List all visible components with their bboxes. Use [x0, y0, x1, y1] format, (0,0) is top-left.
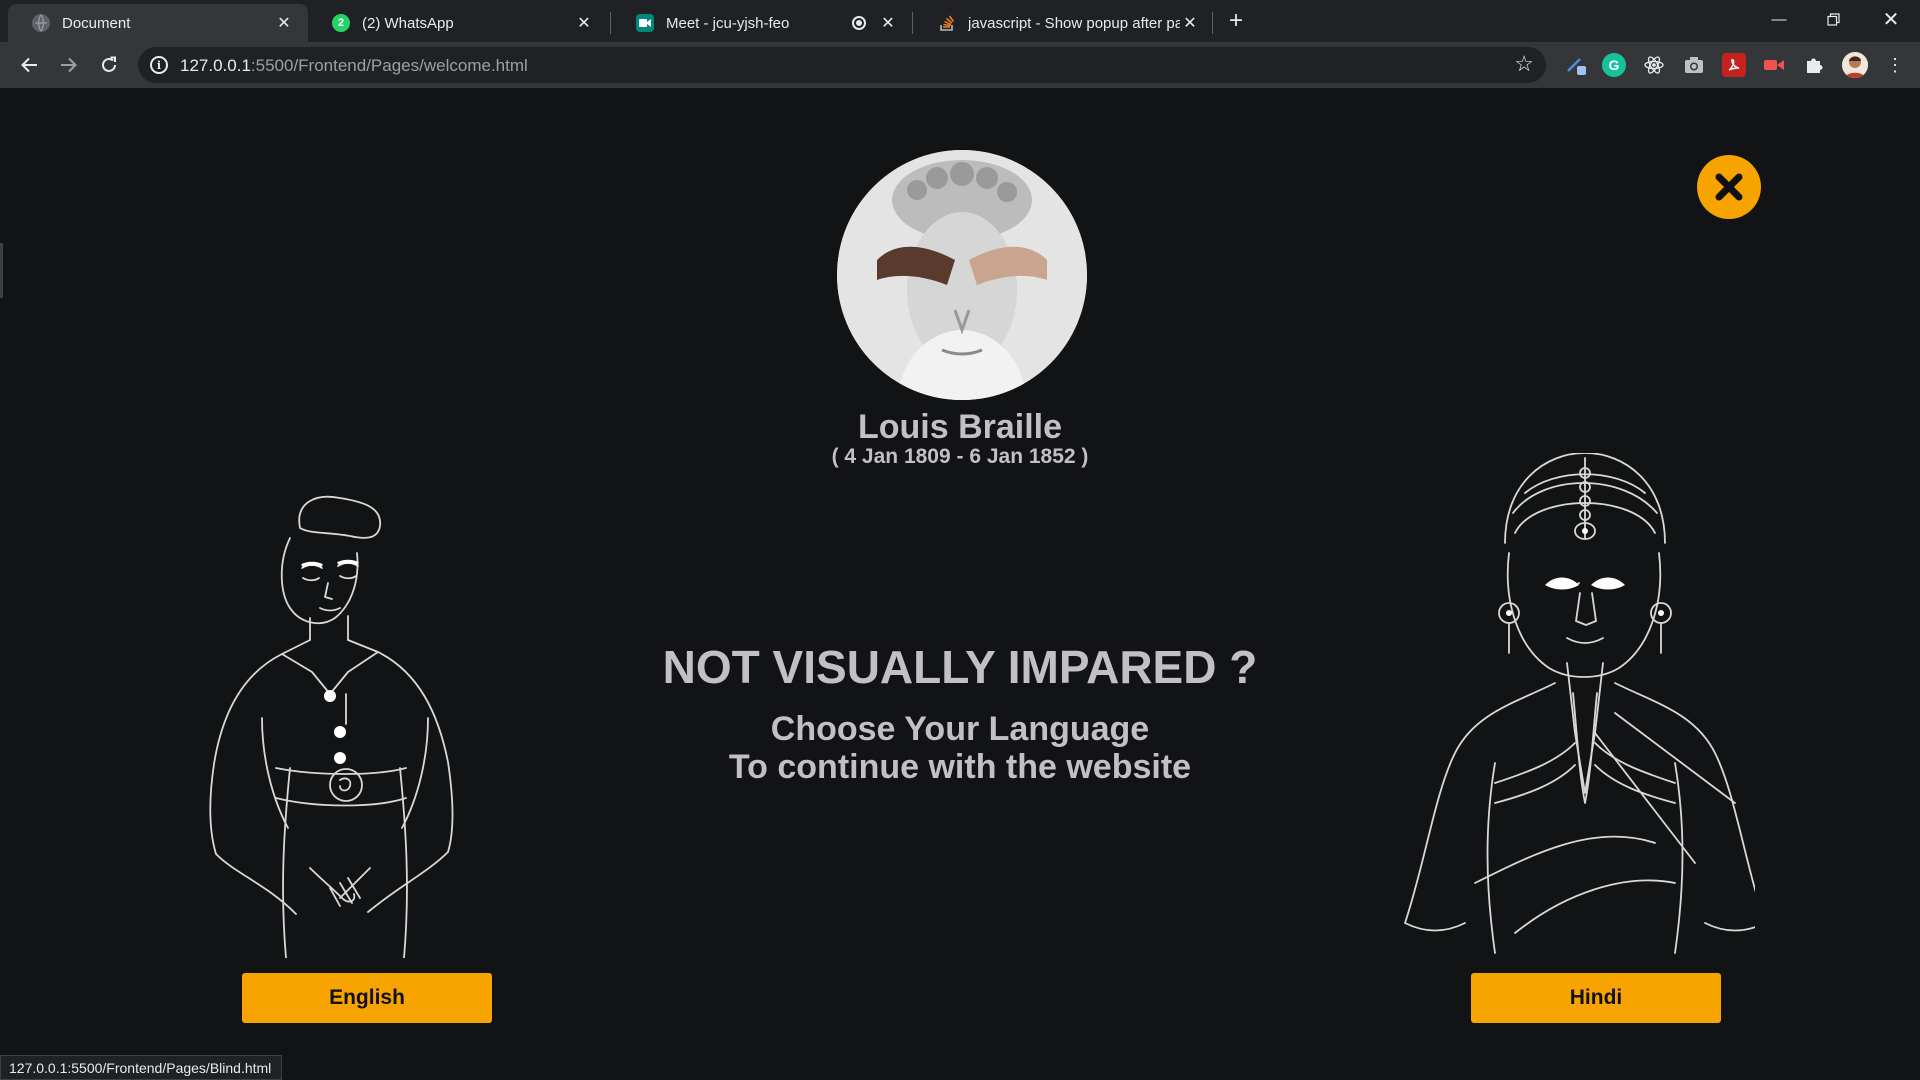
- hindi-button[interactable]: Hindi: [1471, 973, 1721, 1023]
- tab-title: Meet - jcu-yjsh-feo: [666, 14, 790, 32]
- close-tab-icon[interactable]: ✕: [574, 13, 594, 33]
- camera-icon[interactable]: [1682, 53, 1706, 77]
- puzzle-icon[interactable]: [1802, 53, 1826, 77]
- status-bar-url: 127.0.0.1:5500/Frontend/Pages/Blind.html: [0, 1055, 283, 1080]
- reload-button[interactable]: [94, 50, 124, 80]
- back-button[interactable]: [14, 50, 44, 80]
- close-popup-button[interactable]: [1697, 155, 1761, 219]
- tab-title: (2) WhatsApp: [362, 14, 454, 32]
- url-host: 127.0.0.1: [180, 56, 251, 75]
- react-icon[interactable]: [1642, 53, 1666, 77]
- tab-stackoverflow[interactable]: javascript - Show popup after pa ✕: [914, 4, 1214, 42]
- english-button[interactable]: English: [242, 973, 492, 1023]
- restore-button[interactable]: [1806, 0, 1860, 38]
- close-icon: [1715, 173, 1743, 201]
- tab-strip: Document ✕ 2 (2) WhatsApp ✕ Meet - jcu-y…: [0, 0, 1920, 42]
- hindi-woman-illustration: [1404, 453, 1755, 954]
- tab-separator: [1212, 12, 1213, 34]
- close-tab-icon[interactable]: ✕: [274, 13, 294, 33]
- english-woman-illustration: [209, 495, 454, 958]
- tab-separator: [912, 12, 913, 34]
- close-tab-icon[interactable]: ✕: [878, 13, 898, 33]
- bookmark-star-icon[interactable]: ☆: [1514, 51, 1534, 77]
- welcome-page: Louis Braille ( 4 Jan 1809 - 6 Jan 1852 …: [0, 88, 1920, 1080]
- whatsapp-icon: 2: [332, 14, 350, 32]
- tab-separator: [610, 12, 611, 34]
- url-text[interactable]: 127.0.0.1:5500/Frontend/Pages/welcome.ht…: [180, 56, 528, 76]
- browser-menu-icon[interactable]: ⋮: [1880, 50, 1910, 80]
- tab-whatsapp[interactable]: 2 (2) WhatsApp ✕: [308, 4, 608, 42]
- stackoverflow-icon: [938, 14, 956, 32]
- forward-button[interactable]: [54, 50, 84, 80]
- globe-icon: [32, 14, 50, 32]
- browser-toolbar: i 127.0.0.1:5500/Frontend/Pages/welcome.…: [0, 42, 1920, 88]
- pen-icon[interactable]: [1564, 53, 1588, 77]
- site-info-icon[interactable]: i: [150, 56, 168, 74]
- address-bar[interactable]: i 127.0.0.1:5500/Frontend/Pages/welcome.…: [138, 47, 1546, 83]
- page-edge-marker: [0, 243, 3, 298]
- recording-icon: [852, 16, 866, 30]
- tab-meet[interactable]: Meet - jcu-yjsh-feo ✕: [612, 4, 912, 42]
- louis-braille-portrait: [837, 150, 1087, 400]
- tab-title: Document: [62, 14, 131, 32]
- minimize-button[interactable]: —: [1752, 0, 1806, 38]
- person-name: Louis Braille: [857, 408, 1063, 446]
- tab-document[interactable]: Document ✕: [8, 4, 308, 42]
- avatar[interactable]: [1842, 52, 1868, 78]
- close-window-button[interactable]: ✕: [1864, 0, 1918, 38]
- grammarly-icon[interactable]: G: [1602, 53, 1626, 77]
- url-path: :5500/Frontend/Pages/welcome.html: [250, 56, 528, 75]
- tab-title: javascript - Show popup after pa: [968, 14, 1180, 32]
- close-tab-icon[interactable]: ✕: [1180, 13, 1200, 33]
- meet-icon: [636, 14, 654, 32]
- new-tab-button[interactable]: +: [1224, 7, 1248, 34]
- video-icon[interactable]: [1762, 53, 1786, 77]
- pdf-icon[interactable]: [1722, 53, 1746, 77]
